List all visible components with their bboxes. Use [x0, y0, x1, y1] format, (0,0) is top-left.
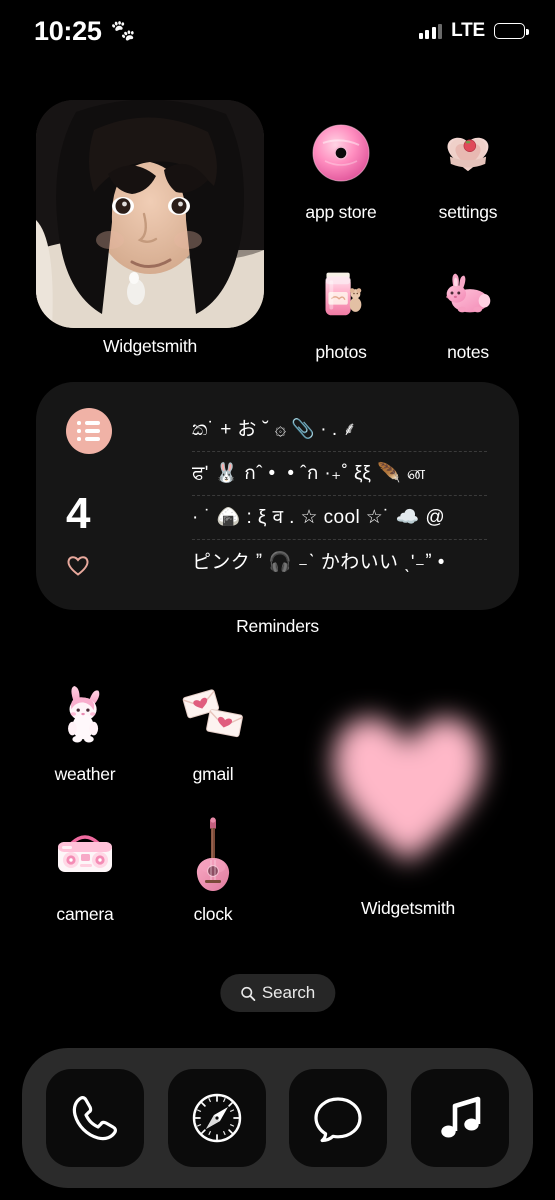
- reminders-left-column: 4: [36, 408, 188, 592]
- widget-reminders-caption: Reminders: [36, 616, 519, 637]
- boombox-icon: [30, 812, 140, 898]
- status-bar-right: LTE: [419, 20, 525, 42]
- battery-icon: [494, 23, 525, 39]
- app-icon-gmail[interactable]: gmail: [158, 672, 268, 785]
- app-label: camera: [30, 904, 140, 925]
- carrier-label: LTE: [451, 20, 485, 42]
- search-icon: [240, 986, 255, 1001]
- compass-icon: [188, 1089, 246, 1147]
- app-label: settings: [413, 202, 523, 223]
- paw-print-icon: 🐾: [111, 21, 136, 41]
- app-icon-weather[interactable]: weather: [30, 672, 140, 785]
- app-icon-settings[interactable]: settings: [413, 110, 523, 223]
- app-icon-photos[interactable]: photos: [286, 250, 396, 363]
- search-label: Search: [262, 983, 315, 1003]
- reminders-rows: ක˙ + お ˘ ۞ 📎 · . ⸙ ਫʹ 🐰 กˆ • ੹ • ˆก ·₊˚ …: [188, 408, 519, 592]
- heart-widget-shape: [318, 690, 498, 875]
- widget-photo-caption: Widgetsmith: [36, 336, 264, 357]
- app-icon-notes[interactable]: notes: [413, 250, 523, 363]
- reminder-row[interactable]: ピンク ˮ 🎧 ₋ˋ かわいい ˎʹ₋ˮ •: [192, 540, 487, 584]
- app-label: weather: [30, 764, 140, 785]
- status-bar-left: 10:25 🐾: [34, 16, 135, 47]
- phone-icon: [67, 1090, 123, 1146]
- app-label: photos: [286, 342, 396, 363]
- heart-outline-icon: [66, 554, 90, 576]
- widget-heart-widgetsmith[interactable]: [318, 690, 498, 875]
- status-time: 10:25: [34, 16, 102, 47]
- reminder-row[interactable]: ක˙ + お ˘ ۞ 📎 · . ⸙: [192, 408, 487, 452]
- app-label: gmail: [158, 764, 268, 785]
- reminders-list-icon: [66, 408, 112, 454]
- music-note-icon: [433, 1091, 487, 1145]
- reminders-count: 4: [66, 492, 90, 536]
- app-icon-clock[interactable]: clock: [158, 812, 268, 925]
- candle-jar-icon: [286, 250, 396, 336]
- dock: [22, 1048, 533, 1188]
- dock-item-music[interactable]: [411, 1069, 509, 1167]
- signal-bars-icon: [419, 23, 443, 39]
- app-label: app store: [286, 202, 396, 223]
- love-letters-icon: [158, 672, 268, 758]
- heart-cake-icon: [413, 110, 523, 196]
- home-screen: 10:25 🐾 LTE Widgetsmith app store settin…: [0, 0, 555, 1200]
- dock-item-phone[interactable]: [46, 1069, 144, 1167]
- dock-item-messages[interactable]: [289, 1069, 387, 1167]
- app-label: clock: [158, 904, 268, 925]
- bunny-plush-icon: [30, 672, 140, 758]
- widget-photo-widgetsmith[interactable]: [36, 100, 264, 328]
- dock-item-safari[interactable]: [168, 1069, 266, 1167]
- status-bar: 10:25 🐾 LTE: [0, 0, 555, 62]
- search-button[interactable]: Search: [220, 974, 335, 1012]
- widget-reminders[interactable]: 4 ක˙ + お ˘ ۞ 📎 · . ⸙ ਫʹ 🐰 กˆ • ੹ • ˆก ·₊…: [36, 382, 519, 610]
- app-label: notes: [413, 342, 523, 363]
- pink-cd-icon: [286, 110, 396, 196]
- reminder-row[interactable]: ਫʹ 🐰 กˆ • ੹ • ˆก ·₊˚ ξξ 🪶 ன: [192, 452, 487, 496]
- message-bubble-icon: [310, 1090, 366, 1146]
- widget-heart-caption: Widgetsmith: [318, 898, 498, 919]
- photo-widget-image: [36, 100, 264, 328]
- reminder-row[interactable]: · ˙ 🍙 : ξ व . ☆ cool ☆˙ ☁️ @: [192, 496, 487, 540]
- app-icon-app-store[interactable]: app store: [286, 110, 396, 223]
- pink-bunny-icon: [413, 250, 523, 336]
- app-icon-camera[interactable]: camera: [30, 812, 140, 925]
- guitar-icon: [158, 812, 268, 898]
